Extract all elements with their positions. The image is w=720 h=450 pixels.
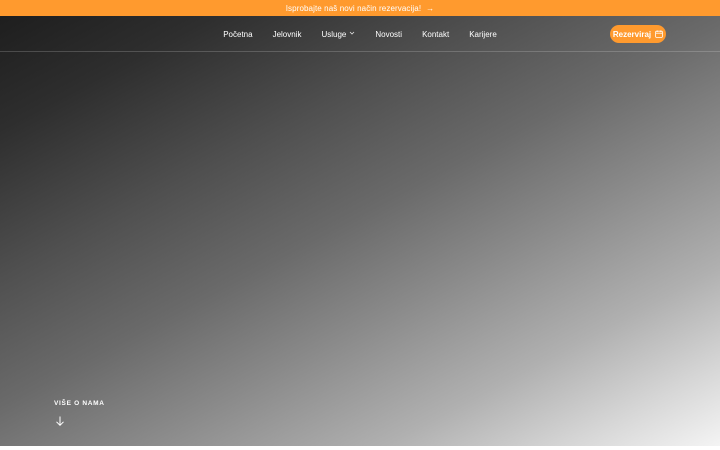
nav-item-label: Kontakt: [422, 29, 450, 39]
nav-item-karijere[interactable]: Karijere: [469, 30, 497, 39]
nav-item-label: Usluge: [321, 29, 347, 39]
calendar-icon: [655, 30, 663, 38]
nav-item-pocetna[interactable]: Početna: [223, 30, 252, 39]
arrow-down-icon[interactable]: [54, 414, 66, 427]
nav-item-label: Početna: [223, 29, 253, 39]
nav-item-usluge[interactable]: Usluge: [321, 30, 355, 39]
nav-item-label: Karijere: [469, 29, 497, 39]
reserve-button[interactable]: Rezerviraj: [610, 25, 666, 43]
promo-bar[interactable]: Isprobajte naš novi način rezervacija! →: [0, 0, 720, 16]
more-about-link[interactable]: VIŠE O NAMA: [54, 400, 105, 407]
nav-item-label: Novosti: [375, 29, 403, 39]
hero-section: [0, 16, 720, 446]
nav-item-jelovnik[interactable]: Jelovnik: [273, 30, 302, 39]
arrow-right-icon: →: [426, 3, 435, 13]
reserve-button-label: Rezerviraj: [612, 29, 652, 39]
promo-text[interactable]: Isprobajte naš novi način rezervacija!: [286, 4, 421, 13]
page-bottom-strip: [0, 446, 720, 450]
nav-item-novosti[interactable]: Novosti: [375, 30, 402, 39]
nav-item-kontakt[interactable]: Kontakt: [422, 30, 449, 39]
chevron-down-icon: [349, 30, 355, 38]
nav-item-label: Jelovnik: [272, 29, 302, 39]
